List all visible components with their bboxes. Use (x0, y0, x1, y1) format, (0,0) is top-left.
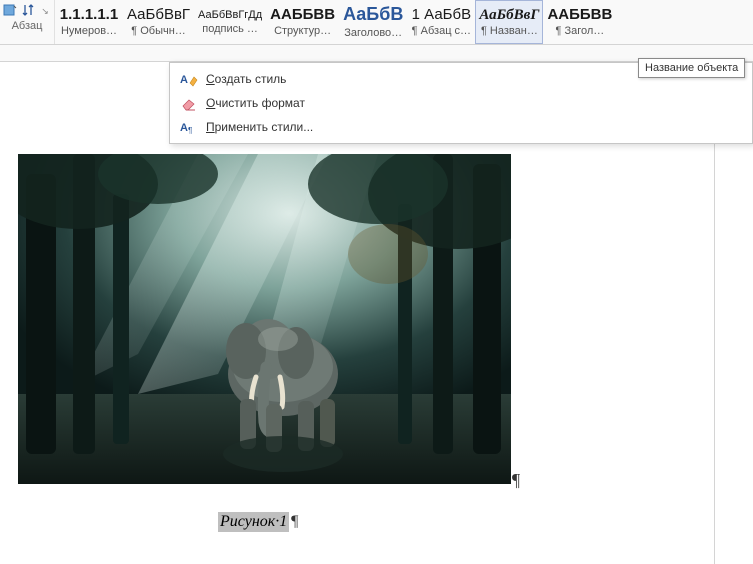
paragraph-label: Абзац (12, 20, 43, 32)
style-item-6[interactable]: АаБбВвГ¶ Назван… (475, 0, 543, 44)
inserted-image[interactable] (18, 154, 511, 484)
style-preview: ААББВВ (547, 7, 612, 24)
style-preview: АаБбВ (343, 5, 403, 25)
style-preview: АаБбВвГ (127, 7, 190, 24)
paragraph-mark: ¶ (512, 470, 520, 491)
style-item-3[interactable]: ААББВВСтруктур… (266, 0, 339, 44)
caption-pilcrow: ¶ (290, 513, 298, 531)
caption-text[interactable]: Рисунок·1 (218, 512, 289, 532)
svg-text:A: A (180, 122, 188, 134)
style-item-0[interactable]: 1.1.1.1.1Нумеров… (55, 0, 123, 44)
paragraph-group: ↘ Абзац (0, 0, 55, 44)
style-name: Структур… (274, 25, 331, 37)
ribbon: ↘ Абзац 1.1.1.1.1Нумеров…АаБбВвГ¶ Обычн…… (0, 0, 753, 45)
style-name: ¶ Абзац с… (412, 25, 471, 37)
style-item-7[interactable]: ААББВВ¶ Загол… (543, 0, 616, 44)
apply-styles-icon: A¶ (180, 119, 198, 135)
style-preview: ААББВВ (270, 7, 335, 24)
style-preview: 1.1.1.1.1 (60, 7, 118, 24)
style-preview: АаБбВвГ (479, 7, 539, 24)
style-preview: 1 АаБбВ (412, 7, 471, 24)
style-item-1[interactable]: АаБбВвГ¶ Обычн… (123, 0, 194, 44)
paragraph-dialog-launcher[interactable]: ↘ (38, 5, 52, 18)
style-name: Заголово… (344, 27, 402, 39)
style-item-4[interactable]: АаБбВ Заголово… (339, 0, 407, 44)
style-name: ¶ Обычн… (131, 25, 186, 37)
clear-format-item[interactable]: Очистить формат (170, 91, 752, 115)
style-name: подпись … (202, 23, 258, 35)
style-item-5[interactable]: 1 АаБбВ¶ Абзац с… (407, 0, 475, 44)
svg-text:¶: ¶ (188, 126, 192, 135)
style-name: ¶ Загол… (555, 25, 604, 37)
style-preview: АаБбВвГгДд (198, 9, 262, 21)
styles-gallery: 1.1.1.1.1Нумеров…АаБбВвГ¶ Обычн…АаБбВвГг… (55, 0, 753, 44)
create-style-icon: A (180, 71, 198, 87)
clear-format-label: Очистить формат (206, 96, 305, 110)
eraser-icon (180, 95, 198, 111)
style-tooltip: Название объекта (638, 58, 745, 78)
caption-row[interactable]: Рисунок·1 ¶ (218, 512, 511, 532)
create-style-label: Создать стиль (206, 72, 286, 86)
shading-icon[interactable] (2, 2, 18, 18)
apply-styles-label: Применить стили... (206, 120, 313, 134)
sort-icon[interactable] (20, 2, 36, 18)
apply-styles-item[interactable]: A¶ Применить стили... (170, 115, 752, 139)
style-item-2[interactable]: АаБбВвГгДд подпись … (194, 0, 266, 44)
style-name: Нумеров… (61, 25, 117, 37)
svg-text:A: A (180, 74, 188, 86)
style-name: ¶ Назван… (481, 25, 538, 37)
